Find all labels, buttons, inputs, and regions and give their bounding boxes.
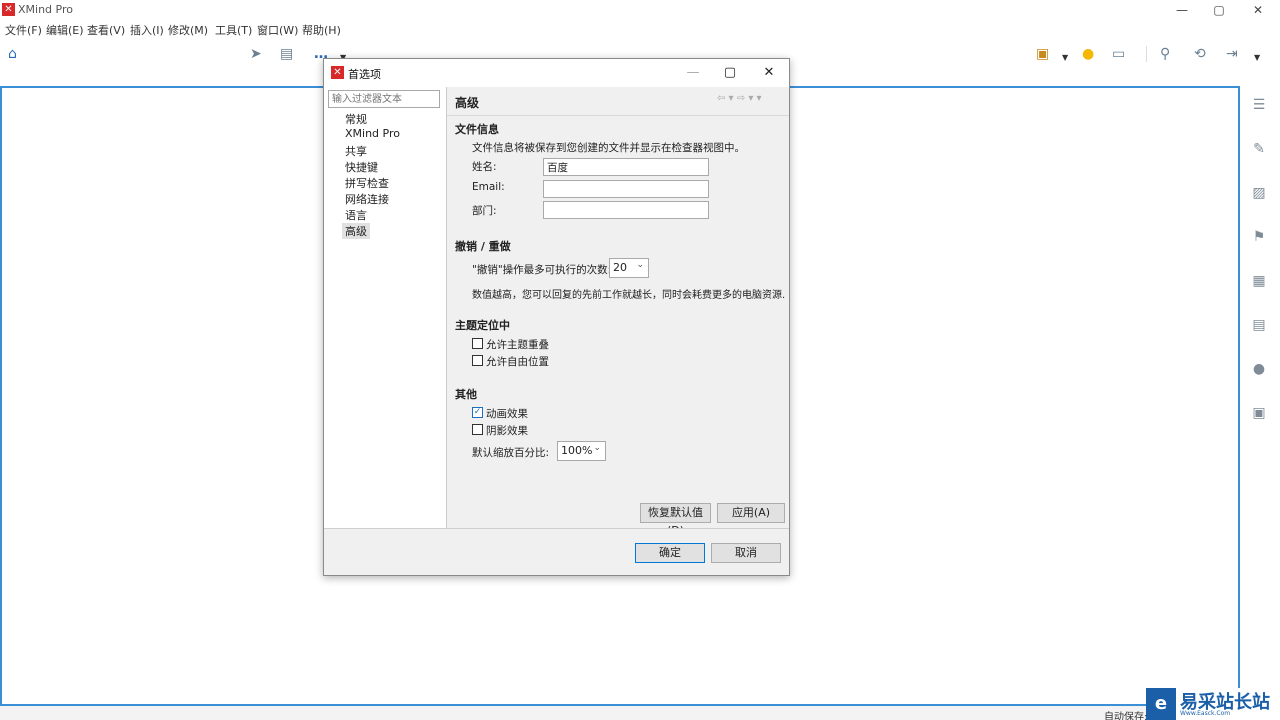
- preferences-nav: 常规 XMind Pro 共享 快捷键 拼写检查 网络连接 语言 高级: [324, 87, 447, 528]
- nav-item-xmind-pro[interactable]: XMind Pro: [342, 127, 403, 140]
- email-label: Email:: [472, 181, 505, 193]
- send-icon[interactable]: ➤: [250, 46, 262, 62]
- menu-edit[interactable]: 编辑(E): [46, 22, 84, 38]
- nav-item-sharing[interactable]: 共享: [342, 143, 370, 159]
- status-bar: [0, 706, 1280, 720]
- other-heading: 其他: [455, 388, 477, 401]
- history-nav-arrows-icon[interactable]: ⇦ ▾ ⇨ ▾ ▾: [717, 93, 762, 104]
- topic-position-heading: 主题定位中: [455, 319, 510, 332]
- restore-defaults-button[interactable]: 恢复默认值(D): [640, 503, 711, 537]
- zoom-select[interactable]: 100% ⌄: [557, 441, 606, 461]
- zoom-value: 100%: [561, 444, 593, 457]
- menu-file[interactable]: 文件(F): [5, 22, 42, 38]
- department-label: 部门:: [472, 205, 497, 217]
- ok-button[interactable]: 确定: [635, 543, 705, 563]
- chevron-down-icon: ⌄: [593, 443, 601, 453]
- animation-checkbox[interactable]: ✓: [472, 407, 483, 418]
- preferences-dialog: ✕ 首选项 — ▢ ✕ 常规 XMind Pro 共享 快捷键 拼写检查 网络连…: [323, 58, 790, 576]
- document-icon[interactable]: ▤: [280, 46, 293, 62]
- menu-insert[interactable]: 插入(I): [130, 22, 164, 38]
- presentation-dropdown-icon[interactable]: ▼: [1062, 50, 1068, 66]
- email-field[interactable]: [543, 180, 709, 198]
- dialog-minimize-button[interactable]: —: [684, 64, 702, 82]
- shadow-label: 阴影效果: [486, 425, 528, 437]
- nav-item-advanced[interactable]: 高级: [342, 223, 370, 239]
- filter-input[interactable]: [328, 90, 440, 108]
- menu-help[interactable]: 帮助(H): [302, 22, 341, 38]
- format-icon[interactable]: ✎: [1250, 140, 1268, 158]
- watermark-logo-icon: e: [1146, 688, 1176, 720]
- maximize-button[interactable]: ▢: [1211, 2, 1227, 18]
- allow-free-position-label: 允许自由位置: [486, 356, 549, 368]
- dialog-button-bar: 确定 取消: [324, 528, 789, 575]
- share-icon[interactable]: ⟲: [1194, 46, 1206, 62]
- xmind-logo-icon: ✕: [331, 66, 344, 79]
- nav-item-language[interactable]: 语言: [342, 207, 370, 223]
- dialog-title-bar: ✕ 首选项 — ▢ ✕: [324, 59, 789, 87]
- file-info-heading: 文件信息: [455, 123, 499, 136]
- app-title: XMind Pro: [18, 3, 73, 16]
- undo-max-value: 20: [613, 261, 627, 274]
- file-info-description: 文件信息将被保存到您创建的文件并显示在检查器视图中。: [472, 142, 745, 154]
- idea-icon[interactable]: ●: [1082, 46, 1094, 62]
- title-bar: ✕ XMind Pro — ▢ ✕: [0, 0, 1280, 20]
- allow-overlap-label: 允许主题重叠: [486, 339, 549, 351]
- home-icon[interactable]: ⌂: [8, 46, 17, 62]
- allow-free-position-checkbox[interactable]: [472, 355, 483, 366]
- right-panel: ☰ ✎ ▨ ⚑ ▦ ▤ ● ▣: [1240, 86, 1280, 706]
- name-label: 姓名:: [472, 161, 497, 173]
- presentation-icon[interactable]: ▣: [1036, 46, 1049, 62]
- search-icon[interactable]: ⚲: [1160, 46, 1170, 62]
- department-field[interactable]: [543, 201, 709, 219]
- menu-bar: 文件(F) 编辑(E) 查看(V) 插入(I) 修改(M) 工具(T) 窗口(W…: [0, 20, 1280, 38]
- undo-max-label: "撤销"操作最多可执行的次数:: [472, 264, 612, 276]
- menu-modify[interactable]: 修改(M): [168, 22, 208, 38]
- chevron-down-icon: ⌄: [636, 260, 644, 270]
- autosave-status: 自动保存:: [1104, 712, 1148, 720]
- dialog-close-button[interactable]: ✕: [760, 64, 778, 82]
- comment-icon[interactable]: ●: [1250, 360, 1268, 378]
- preferences-content: 高级 ⇦ ▾ ⇨ ▾ ▾ 文件信息 文件信息将被保存到您创建的文件并显示在检查器…: [447, 87, 789, 537]
- export-icon[interactable]: ⇥: [1226, 46, 1238, 62]
- menu-window[interactable]: 窗口(W): [257, 22, 298, 38]
- section-title: 高级: [455, 96, 480, 110]
- minimize-button[interactable]: —: [1174, 2, 1190, 18]
- xmind-logo-icon: ✕: [2, 3, 15, 16]
- undo-max-select[interactable]: 20 ⌄: [609, 258, 649, 278]
- dialog-maximize-button[interactable]: ▢: [721, 64, 739, 82]
- menu-view[interactable]: 查看(V): [87, 22, 125, 38]
- undo-note: 数值越高，您可以回复的先前工作就越长，同时会耗费更多的电脑资源.: [472, 290, 786, 301]
- notes-icon[interactable]: ▤: [1250, 316, 1268, 334]
- nav-item-general[interactable]: 常规: [342, 111, 370, 127]
- undo-heading: 撤销 / 重做: [455, 240, 511, 253]
- panel-icon[interactable]: ▭: [1112, 46, 1125, 62]
- nav-item-network[interactable]: 网络连接: [342, 191, 392, 207]
- animation-label: 动画效果: [486, 408, 528, 420]
- watermark-subtext: Www.Easck.Com: [1180, 710, 1231, 717]
- apply-button[interactable]: 应用(A): [717, 503, 785, 523]
- export-dropdown-icon[interactable]: ▼: [1254, 50, 1260, 66]
- nav-item-spelling[interactable]: 拼写检查: [342, 175, 392, 191]
- dialog-title: 首选项: [348, 68, 381, 81]
- outline-icon[interactable]: ☰: [1250, 96, 1268, 114]
- toolbar-divider: [1146, 46, 1147, 62]
- shadow-checkbox[interactable]: [472, 424, 483, 435]
- close-button[interactable]: ✕: [1250, 2, 1266, 18]
- zoom-label: 默认缩放百分比:: [472, 447, 550, 459]
- name-field[interactable]: [543, 158, 709, 176]
- menu-tools[interactable]: 工具(T): [215, 22, 252, 38]
- image-icon[interactable]: ▨: [1250, 184, 1268, 202]
- task-icon[interactable]: ▣: [1250, 404, 1268, 422]
- label-icon[interactable]: ▦: [1250, 272, 1268, 290]
- allow-overlap-checkbox[interactable]: [472, 338, 483, 349]
- nav-item-shortcuts[interactable]: 快捷键: [342, 159, 381, 175]
- flag-icon[interactable]: ⚑: [1250, 228, 1268, 246]
- section-divider: [447, 115, 789, 116]
- watermark: e 易采站长站 Www.Easck.Com: [1146, 688, 1280, 720]
- cancel-button[interactable]: 取消: [711, 543, 781, 563]
